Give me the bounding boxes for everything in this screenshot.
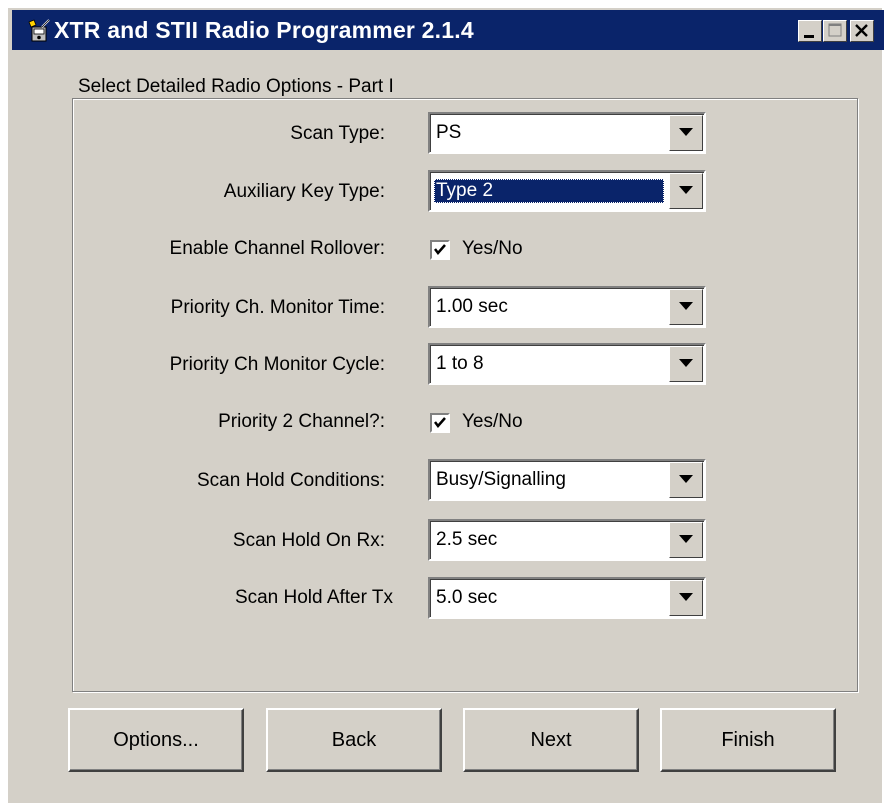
scan-hold-after-tx-label: Scan Hold After Tx	[234, 587, 393, 608]
chevron-down-icon[interactable]	[669, 462, 703, 498]
close-icon[interactable]	[850, 20, 874, 42]
scan-hold-on-rx-label: Scan Hold On Rx:	[232, 530, 385, 551]
priority-monitor-time-label: Priority Ch. Monitor Time:	[170, 297, 385, 318]
aux-key-type-value: Type 2	[434, 179, 664, 203]
scan-type-value: PS	[436, 122, 462, 143]
aux-key-type-select[interactable]: Type 2	[428, 170, 706, 212]
scan-hold-on-rx-select[interactable]: 2.5 sec	[428, 519, 706, 561]
title-bar[interactable]: XTR and STII Radio Programmer 2.1.4	[12, 10, 884, 50]
channel-rollover-checkbox[interactable]	[430, 240, 450, 260]
chevron-down-icon[interactable]	[669, 522, 703, 558]
scan-hold-conditions-value: Busy/Signalling	[436, 469, 566, 490]
maximize-icon[interactable]	[823, 20, 847, 42]
chevron-down-icon[interactable]	[669, 580, 703, 616]
priority-monitor-time-value: 1.00 sec	[436, 296, 508, 317]
group-title: Select Detailed Radio Options - Part I	[75, 76, 397, 98]
scan-type-select[interactable]: PS	[428, 112, 706, 154]
radio-programmer-icon	[28, 19, 52, 43]
chevron-down-icon[interactable]	[669, 346, 703, 382]
chevron-down-icon[interactable]	[669, 115, 703, 151]
scan-hold-after-tx-select[interactable]: 5.0 sec	[428, 577, 706, 619]
scan-hold-conditions-label: Scan Hold Conditions:	[197, 470, 385, 491]
channel-rollover-label: Enable Channel Rollover:	[169, 238, 385, 259]
back-button[interactable]: Back	[266, 708, 442, 772]
next-button[interactable]: Next	[463, 708, 639, 772]
window-title: XTR and STII Radio Programmer 2.1.4	[54, 17, 474, 43]
channel-rollover-checkbox-label[interactable]: Yes/No	[462, 238, 523, 260]
priority-monitor-cycle-label: Priority Ch Monitor Cycle:	[169, 354, 385, 375]
aux-key-type-label: Auxiliary Key Type:	[223, 181, 385, 202]
scan-hold-after-tx-value: 5.0 sec	[436, 587, 498, 608]
priority2-channel-checkbox-label[interactable]: Yes/No	[462, 411, 523, 433]
priority2-channel-label: Priority 2 Channel?:	[218, 411, 385, 432]
priority-monitor-time-select[interactable]: 1.00 sec	[428, 286, 706, 328]
scan-hold-conditions-select[interactable]: Busy/Signalling	[428, 459, 706, 501]
chevron-down-icon[interactable]	[669, 289, 703, 325]
scan-type-label: Scan Type:	[290, 123, 385, 144]
chevron-down-icon[interactable]	[669, 173, 703, 209]
finish-button[interactable]: Finish	[660, 708, 836, 772]
options-button[interactable]: Options...	[68, 708, 244, 772]
priority2-channel-checkbox[interactable]	[430, 413, 450, 433]
scan-hold-on-rx-value: 2.5 sec	[436, 529, 498, 550]
priority-monitor-cycle-select[interactable]: 1 to 8	[428, 343, 706, 385]
priority-monitor-cycle-value: 1 to 8	[436, 353, 484, 374]
minimize-icon[interactable]	[798, 20, 822, 42]
